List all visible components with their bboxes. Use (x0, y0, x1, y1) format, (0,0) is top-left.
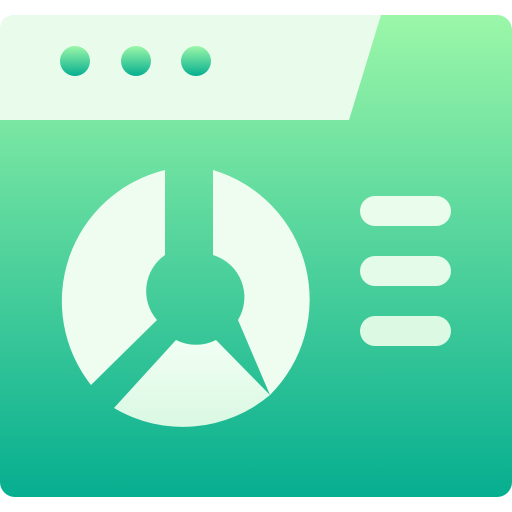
window-dot-3-icon (181, 46, 211, 76)
legend-line-3 (360, 316, 451, 346)
window-dot-2-icon (121, 46, 151, 76)
legend-line-2 (360, 256, 451, 286)
dashboard-window-illustration (0, 0, 512, 512)
legend-line-1 (360, 196, 451, 226)
window-dot-1-icon (60, 46, 90, 76)
legend-lines (360, 196, 451, 346)
window-controls (60, 46, 211, 76)
browser-chart-icon (0, 15, 512, 497)
